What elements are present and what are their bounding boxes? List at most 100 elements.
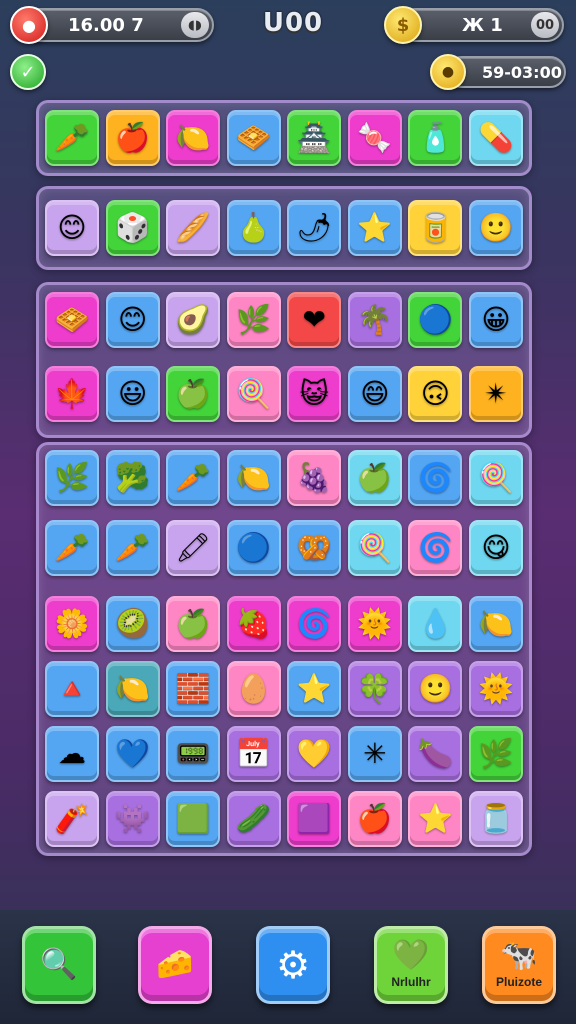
smiley-icon: 🙂: [478, 211, 514, 244]
tile-heart[interactable]: 💙: [105, 726, 160, 782]
tile-candy[interactable]: 🍬: [347, 110, 402, 166]
tile-starburst[interactable]: ✴: [468, 366, 523, 422]
lives-cap[interactable]: ◖◗: [181, 12, 209, 38]
tile-candy-pink[interactable]: 🍭: [347, 520, 402, 576]
coins-cap[interactable]: 00: [531, 12, 559, 38]
tile-purple-swirl[interactable]: 🌀: [408, 520, 463, 576]
tile-lime-face[interactable]: 😄: [347, 366, 402, 422]
booster-button[interactable]: 🧀: [138, 926, 212, 1004]
tile-bottle[interactable]: 🧴: [408, 110, 463, 166]
tile-green-apple[interactable]: 🍏: [166, 366, 221, 422]
tile-clover[interactable]: 🍀: [347, 661, 402, 717]
search-button[interactable]: 🔍: [22, 926, 96, 1004]
pear-icon: 🍐: [236, 211, 272, 244]
tile-leaf[interactable]: 🌿: [468, 726, 523, 782]
tile-rocket[interactable]: 🧨: [45, 791, 99, 847]
tile-jar[interactable]: 🫙: [468, 791, 523, 847]
heart-icon: ❤: [302, 303, 326, 336]
tile-cloud[interactable]: ☁: [45, 726, 99, 782]
tile-lemon[interactable]: 🍋: [468, 596, 523, 652]
tile-sun[interactable]: 🌞: [347, 596, 402, 652]
tile-triangle[interactable]: 🔺: [45, 661, 99, 717]
tile-orange-swirl[interactable]: 🌀: [287, 596, 342, 652]
check-button[interactable]: ✓: [10, 54, 46, 90]
tile-bread[interactable]: 🥖: [166, 200, 221, 256]
tile-green-face[interactable]: 😋: [468, 520, 523, 576]
tile-smiley[interactable]: 😊: [105, 292, 160, 348]
tile-egg[interactable]: 🥚: [226, 661, 281, 717]
tile-apple[interactable]: 🍎: [105, 110, 160, 166]
tile-avocado[interactable]: 🥑: [166, 292, 221, 348]
heart-shop-button[interactable]: 💚 Nrlulhr: [374, 926, 448, 1004]
tile-smiley[interactable]: 🙂: [468, 200, 523, 256]
tile-broccoli[interactable]: 🥦: [105, 450, 160, 506]
tile-pepper[interactable]: 🌶: [287, 200, 342, 256]
green-face-icon: 😋: [481, 531, 511, 564]
tile-can[interactable]: 🥫: [408, 200, 463, 256]
tile-strawberry[interactable]: 🍓: [226, 596, 281, 652]
tile-green-apple[interactable]: 🍏: [166, 596, 221, 652]
tile-leaf[interactable]: 🌿: [226, 292, 281, 348]
settings-button[interactable]: ⚙: [256, 926, 330, 1004]
tile-palm[interactable]: 🌴: [347, 292, 402, 348]
tile-lemon[interactable]: 🍋: [226, 450, 281, 506]
tile-orange-face[interactable]: 🙃: [408, 366, 463, 422]
berry-icon: 🔵: [417, 303, 453, 336]
tile-carrot[interactable]: 🥕: [45, 520, 99, 576]
tile-maple[interactable]: 🍁: [45, 366, 99, 422]
tile-yellow-heart[interactable]: 💛: [287, 726, 342, 782]
tile-star[interactable]: ⭐: [408, 791, 463, 847]
tile-plum[interactable]: 🍆: [408, 726, 463, 782]
tile-cucumber[interactable]: 🥒: [226, 791, 281, 847]
tile-blue-face[interactable]: 😃: [105, 366, 160, 422]
tile-star[interactable]: ⭐: [347, 200, 402, 256]
tile-crayon[interactable]: 🖍: [166, 520, 221, 576]
tile-gadget[interactable]: 📟: [166, 726, 221, 782]
tile-apple[interactable]: 🍏: [347, 450, 402, 506]
tile-lemon[interactable]: 🍋: [105, 661, 160, 717]
tile-sun-face[interactable]: 😊: [45, 200, 99, 256]
tile-dice[interactable]: 🎲: [105, 200, 160, 256]
tile-waffle[interactable]: 🧇: [45, 292, 99, 348]
tile-brick[interactable]: 🧱: [166, 661, 221, 717]
tile-monster[interactable]: 👾: [105, 791, 160, 847]
leaf-icon: 🌿: [236, 303, 272, 336]
tile-blue-berry[interactable]: 🔵: [226, 520, 281, 576]
kiwi-icon: 🥝: [115, 607, 150, 640]
tile-lollipop[interactable]: 🍭: [226, 366, 281, 422]
lives-bar[interactable]: 16.00 7 ◖◗: [22, 8, 214, 42]
profile-button[interactable]: 🐄 Pluizote: [482, 926, 556, 1004]
tile-carrot[interactable]: 🥕: [45, 110, 99, 166]
tile-sun[interactable]: 🌞: [468, 661, 523, 717]
score-display: U00: [262, 8, 324, 38]
tile-kiwi[interactable]: 🥝: [105, 596, 160, 652]
tile-berry[interactable]: 🔵: [408, 292, 463, 348]
tile-cat-face[interactable]: 😺: [287, 366, 342, 422]
tile-green-block[interactable]: 🟩: [166, 791, 221, 847]
tile-waffle[interactable]: 🧇: [226, 110, 281, 166]
tile-swirl[interactable]: 🌀: [408, 450, 463, 506]
tile-box[interactable]: 🟪: [287, 791, 342, 847]
heart-icon: 💙: [115, 737, 150, 770]
tile-heart[interactable]: ❤: [287, 292, 342, 348]
tile-calendar[interactable]: 📅: [226, 726, 281, 782]
tile-drop[interactable]: 💧: [408, 596, 463, 652]
tile-smiley[interactable]: 🙂: [408, 661, 463, 717]
tile-flower[interactable]: 🌼: [45, 596, 99, 652]
tile-carrot-2[interactable]: 🥕: [105, 520, 160, 576]
tile-carrot[interactable]: 🥕: [166, 450, 221, 506]
coins-bar[interactable]: Ж 1 00: [398, 8, 564, 42]
tile-lollipop[interactable]: 🍭: [468, 450, 523, 506]
tile-tower[interactable]: 🏯: [287, 110, 342, 166]
tile-grape[interactable]: 🍇: [287, 450, 342, 506]
tile-snowflake[interactable]: ✳: [347, 726, 402, 782]
tile-pear[interactable]: 🍐: [226, 200, 281, 256]
tile-herb[interactable]: 🌿: [45, 450, 99, 506]
tile-pretzel[interactable]: 🥨: [287, 520, 342, 576]
tile-lemon[interactable]: 🍋: [166, 110, 221, 166]
tile-capsule[interactable]: 💊: [468, 110, 523, 166]
lemon-icon: 🍋: [115, 672, 150, 705]
tile-face[interactable]: 😀: [468, 292, 523, 348]
tile-apple[interactable]: 🍎: [347, 791, 402, 847]
tile-star[interactable]: ⭐: [287, 661, 342, 717]
